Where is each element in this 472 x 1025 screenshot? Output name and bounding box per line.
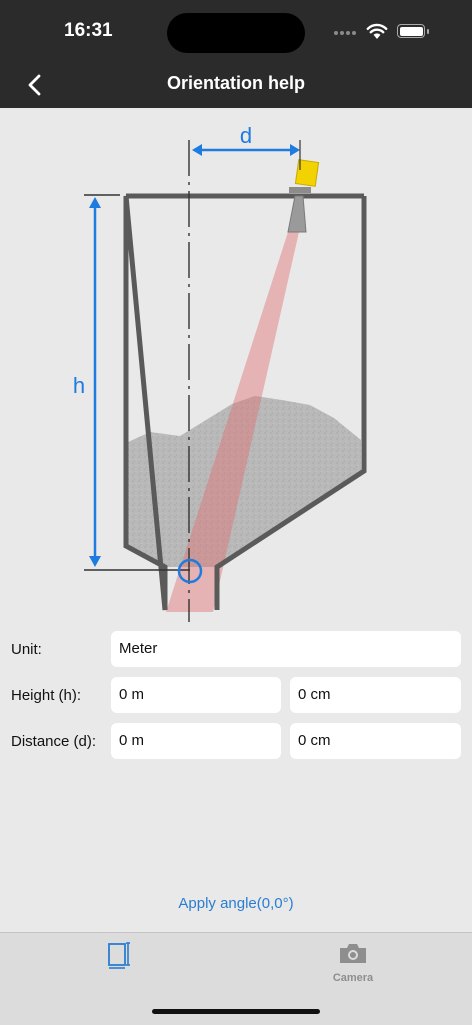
tab-tank-view[interactable]: [89, 941, 149, 991]
distance-meters-field[interactable]: 0 m: [111, 723, 281, 759]
dynamic-island: [167, 13, 305, 53]
height-row: Height (h): 0 m 0 cm: [0, 677, 472, 715]
status-bar: 16:31: [0, 0, 472, 62]
sensor-housing: [294, 159, 320, 187]
page-title: Orientation help: [166, 73, 305, 93]
unit-row: Unit: Meter: [0, 631, 472, 669]
distance-row: Distance (d): 0 m 0 cm: [0, 723, 472, 761]
wifi-icon: [366, 23, 388, 39]
camera-icon: [340, 944, 366, 963]
status-time: 16:31: [64, 20, 113, 41]
dimension-d-label: d: [240, 123, 252, 148]
cellular-signal-icon: [334, 31, 356, 35]
navigation-bar: Orientation help: [0, 62, 472, 108]
sensor-antenna: [287, 195, 307, 233]
unit-label: Unit:: [11, 641, 42, 658]
height-meters-field[interactable]: 0 m: [111, 677, 281, 713]
tank-view-icon: [108, 942, 130, 969]
silo-diagram: d h: [73, 123, 367, 622]
battery-nub: [427, 29, 429, 34]
apply-angle-button[interactable]: Apply angle(0,0°): [0, 895, 472, 912]
home-indicator: [152, 1009, 320, 1014]
unit-select[interactable]: Meter: [111, 631, 461, 667]
distance-label: Distance (d):: [11, 733, 97, 750]
height-label: Height (h):: [11, 687, 82, 704]
tab-camera[interactable]: Camera: [323, 941, 383, 991]
distance-centimeters-field[interactable]: 0 cm: [290, 723, 461, 759]
tab-camera-label: Camera: [332, 972, 374, 984]
height-centimeters-field[interactable]: 0 cm: [290, 677, 461, 713]
battery-icon: [397, 24, 425, 38]
dimension-h-label: h: [73, 373, 85, 398]
